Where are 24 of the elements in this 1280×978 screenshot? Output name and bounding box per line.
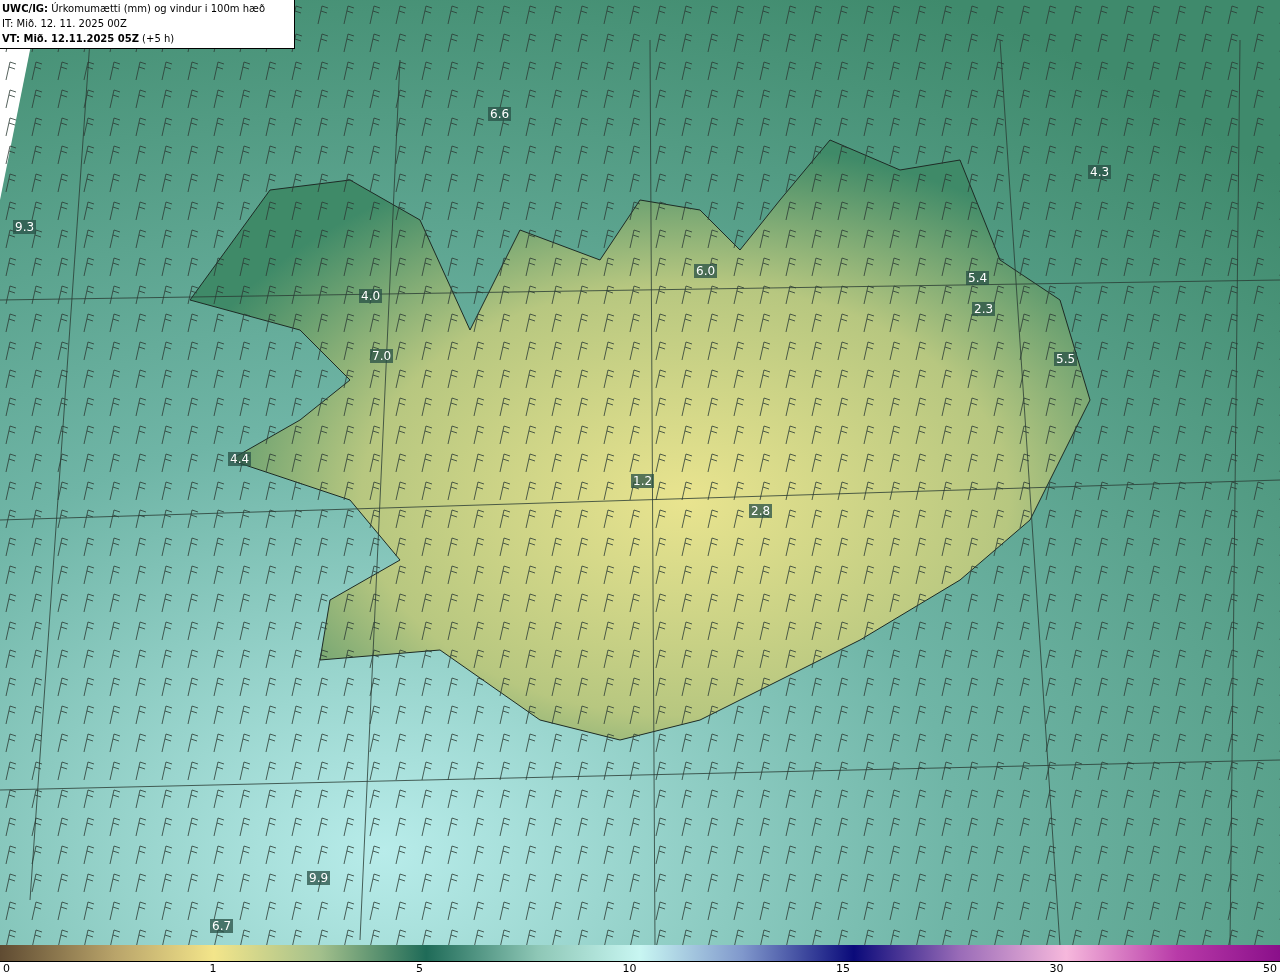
map-value-label: 2.3: [972, 302, 996, 316]
map-value-label: 5.4: [966, 271, 990, 285]
colorbar-tick-label: 30: [1049, 962, 1064, 977]
map-value-label: 4.4: [228, 452, 252, 466]
map-value-label: 6.6: [488, 107, 512, 121]
time-label: VT: Mið. 12.11.2025 05Z (+5 h): [2, 32, 176, 46]
map-value-label: 5.5: [1054, 352, 1078, 366]
map-value-label: 7.0: [370, 349, 394, 363]
map-value-label: 9.9: [307, 871, 331, 885]
colorbar-tick-label: 15: [836, 962, 850, 977]
map-value-label: 6.7: [210, 919, 234, 933]
map-value-label: 2.8: [749, 504, 773, 518]
map-value-label: 1.2: [631, 474, 655, 488]
map-value-label: 4.3: [1088, 165, 1112, 179]
map-value-label: 6.0: [694, 264, 718, 278]
colorbar-tick-label: 0: [3, 962, 10, 977]
map-title: UWC/IG: Úrkomumætti (mm) og vindur i 100m hæð: [2, 1, 267, 16]
time-label: IT: Mið. 12. 11. 2025 00Z: [2, 17, 128, 31]
colorbar-tick-label: 10: [622, 962, 637, 977]
map-value-label: 4.0: [359, 289, 383, 303]
colorbar-tick-label: 5: [416, 962, 423, 977]
map-value-label: 9.3: [13, 220, 37, 234]
colorbar-tick-label: 1: [209, 962, 217, 977]
colorbar-tick-label: 50: [1263, 962, 1277, 977]
